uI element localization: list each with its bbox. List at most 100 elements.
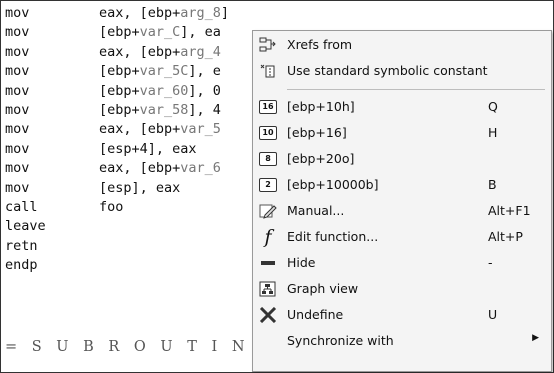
menu-item-graph-view[interactable]: Graph view (253, 277, 551, 301)
menu-item-label: Manual... (287, 203, 345, 218)
menu-item-label: Graph view (287, 281, 359, 296)
operand-text: [esp+4], eax (99, 140, 197, 157)
operand-text: [esp], eax (99, 179, 181, 196)
code-line[interactable]: mov eax, [ebp+var_6 (5, 160, 275, 179)
code-line[interactable]: mov [ebp+var_58], 4 (5, 102, 275, 121)
menu-item-shortcut: - (488, 255, 493, 270)
code-line[interactable]: mov eax, [ebp+arg_8] (5, 5, 275, 24)
menu-separator (287, 89, 545, 90)
stack-variable: var_6 (180, 160, 221, 177)
operands: [ebp+var_60], 0 (99, 83, 221, 99)
operand-text: [ebp+ (99, 24, 140, 41)
mnemonic: mov (5, 63, 30, 80)
operands: eax, [ebp+arg_8] (99, 5, 229, 21)
menu-item-xrefs-from[interactable]: Xrefs from (253, 33, 551, 57)
code-line[interactable]: mov [esp], eax (5, 180, 275, 199)
code-line[interactable]: endp (5, 257, 275, 276)
menu-item-label: [ebp+10000b] (287, 177, 379, 192)
operand-text: ], e (188, 63, 221, 80)
menu-item-label: [ebp+16] (287, 125, 347, 140)
mnemonic: mov (5, 179, 30, 196)
undefine-x-icon (258, 306, 278, 324)
operands: eax, [ebp+var_6 (99, 160, 221, 176)
code-line[interactable]: mov [ebp+var_5C], e (5, 63, 275, 82)
operand-text: ], ea (180, 24, 221, 41)
code-line[interactable]: call foo (5, 199, 275, 218)
menu-item-manual[interactable]: Manual... Alt+F1 (253, 199, 551, 223)
operand-text: ], 0 (188, 82, 221, 99)
operands: [esp+4], eax (99, 141, 197, 157)
decimal-base-icon: 10 (258, 124, 278, 142)
mnemonic: mov (5, 82, 30, 99)
code-line[interactable]: retn (5, 238, 275, 257)
operand-text: eax, [ebp+ (99, 5, 181, 21)
operands: [ebp+var_C], ea (99, 24, 221, 40)
graph-view-icon (258, 280, 278, 298)
mnemonic: mov (5, 140, 30, 157)
operand-text: ], 4 (188, 101, 221, 118)
menu-item-decimal[interactable]: 10 [ebp+16] H (253, 121, 551, 145)
mnemonic: mov (5, 121, 30, 138)
octal-base-icon: 8 (258, 150, 278, 168)
menu-item-label: Edit function... (287, 229, 379, 244)
menu-item-label: [ebp+10h] (287, 99, 355, 114)
context-menu: Xrefs from Use standard symbolic constan… (252, 30, 552, 372)
menu-item-shortcut: H (488, 125, 498, 140)
menu-item-label: Use standard symbolic constant (287, 63, 488, 78)
mnemonic: mov (5, 5, 30, 21)
disassembly-listing: mov eax, [ebp+arg_8] mov [ebp+var_C], ea mov… (5, 5, 275, 276)
menu-item-octal[interactable]: 8 [ebp+20o] (253, 147, 551, 171)
stack-variable: var_60 (139, 82, 189, 99)
stack-variable: var_C (139, 24, 181, 41)
menu-item-hex[interactable]: 16 [ebp+10h] Q (253, 95, 551, 119)
operands: eax, [ebp+arg_4 (99, 44, 221, 60)
mnemonic: call (5, 198, 38, 215)
operand-text: eax, [ebp+ (99, 43, 181, 60)
stack-variable: arg_8 (180, 5, 221, 21)
mnemonic: mov (5, 160, 30, 177)
menu-item-shortcut: B (488, 177, 497, 192)
stack-variable: arg_4 (180, 43, 221, 60)
pencil-icon (258, 202, 278, 220)
stack-variable: var_5C (139, 63, 189, 80)
operand-text: [ebp+ (99, 82, 140, 99)
code-line[interactable]: mov [esp+4], eax (5, 141, 275, 160)
function-icon: f (264, 226, 272, 248)
menu-item-label: Undefine (287, 307, 344, 322)
stack-variable: var_5 (180, 121, 221, 138)
menu-item-shortcut: Alt+F1 (488, 203, 531, 218)
xrefs-icon (258, 36, 278, 54)
code-line[interactable]: mov [ebp+var_C], ea (5, 24, 275, 43)
menu-item-hide[interactable]: Hide - (253, 251, 551, 275)
stack-variable: var_58 (139, 101, 189, 118)
menu-item-label: Hide (287, 255, 316, 270)
menu-item-binary[interactable]: 2 [ebp+10000b] B (253, 173, 551, 197)
menu-item-synchronize-with[interactable]: Synchronize with ▶ (253, 329, 551, 353)
menu-item-shortcut: Alt+P (488, 229, 523, 244)
hide-icon (258, 254, 278, 272)
menu-item-use-symbolic-constant[interactable]: Use standard symbolic constant (253, 59, 551, 83)
menu-item-undefine[interactable]: Undefine U (253, 303, 551, 327)
symbolic-constant-icon (258, 62, 278, 80)
binary-base-icon: 2 (258, 176, 278, 194)
menu-item-edit-function[interactable]: f Edit function... Alt+P (253, 225, 551, 249)
menu-item-label: Synchronize with (287, 333, 394, 348)
operands: [esp], eax (99, 180, 180, 196)
menu-item-shortcut: Q (488, 99, 498, 114)
code-line[interactable]: mov eax, [ebp+var_5 (5, 121, 275, 140)
operands: foo (99, 199, 123, 215)
menu-item-shortcut: U (488, 307, 498, 322)
code-line[interactable]: mov eax, [ebp+arg_4 (5, 44, 275, 63)
operand-text: eax, [ebp+ (99, 121, 181, 138)
operand-text: foo (99, 198, 124, 215)
menu-item-label: [ebp+20o] (287, 151, 355, 166)
mnemonic: mov (5, 43, 30, 60)
operand-text: [ebp+ (99, 63, 140, 80)
mnemonic: mov (5, 101, 30, 118)
submenu-arrow-icon: ▶ (532, 333, 539, 343)
operands: [ebp+var_5C], e (99, 63, 221, 79)
mnemonic: retn (5, 237, 38, 254)
code-line[interactable]: leave (5, 218, 275, 237)
mnemonic: leave (5, 218, 46, 235)
code-line[interactable]: mov [ebp+var_60], 0 (5, 83, 275, 102)
